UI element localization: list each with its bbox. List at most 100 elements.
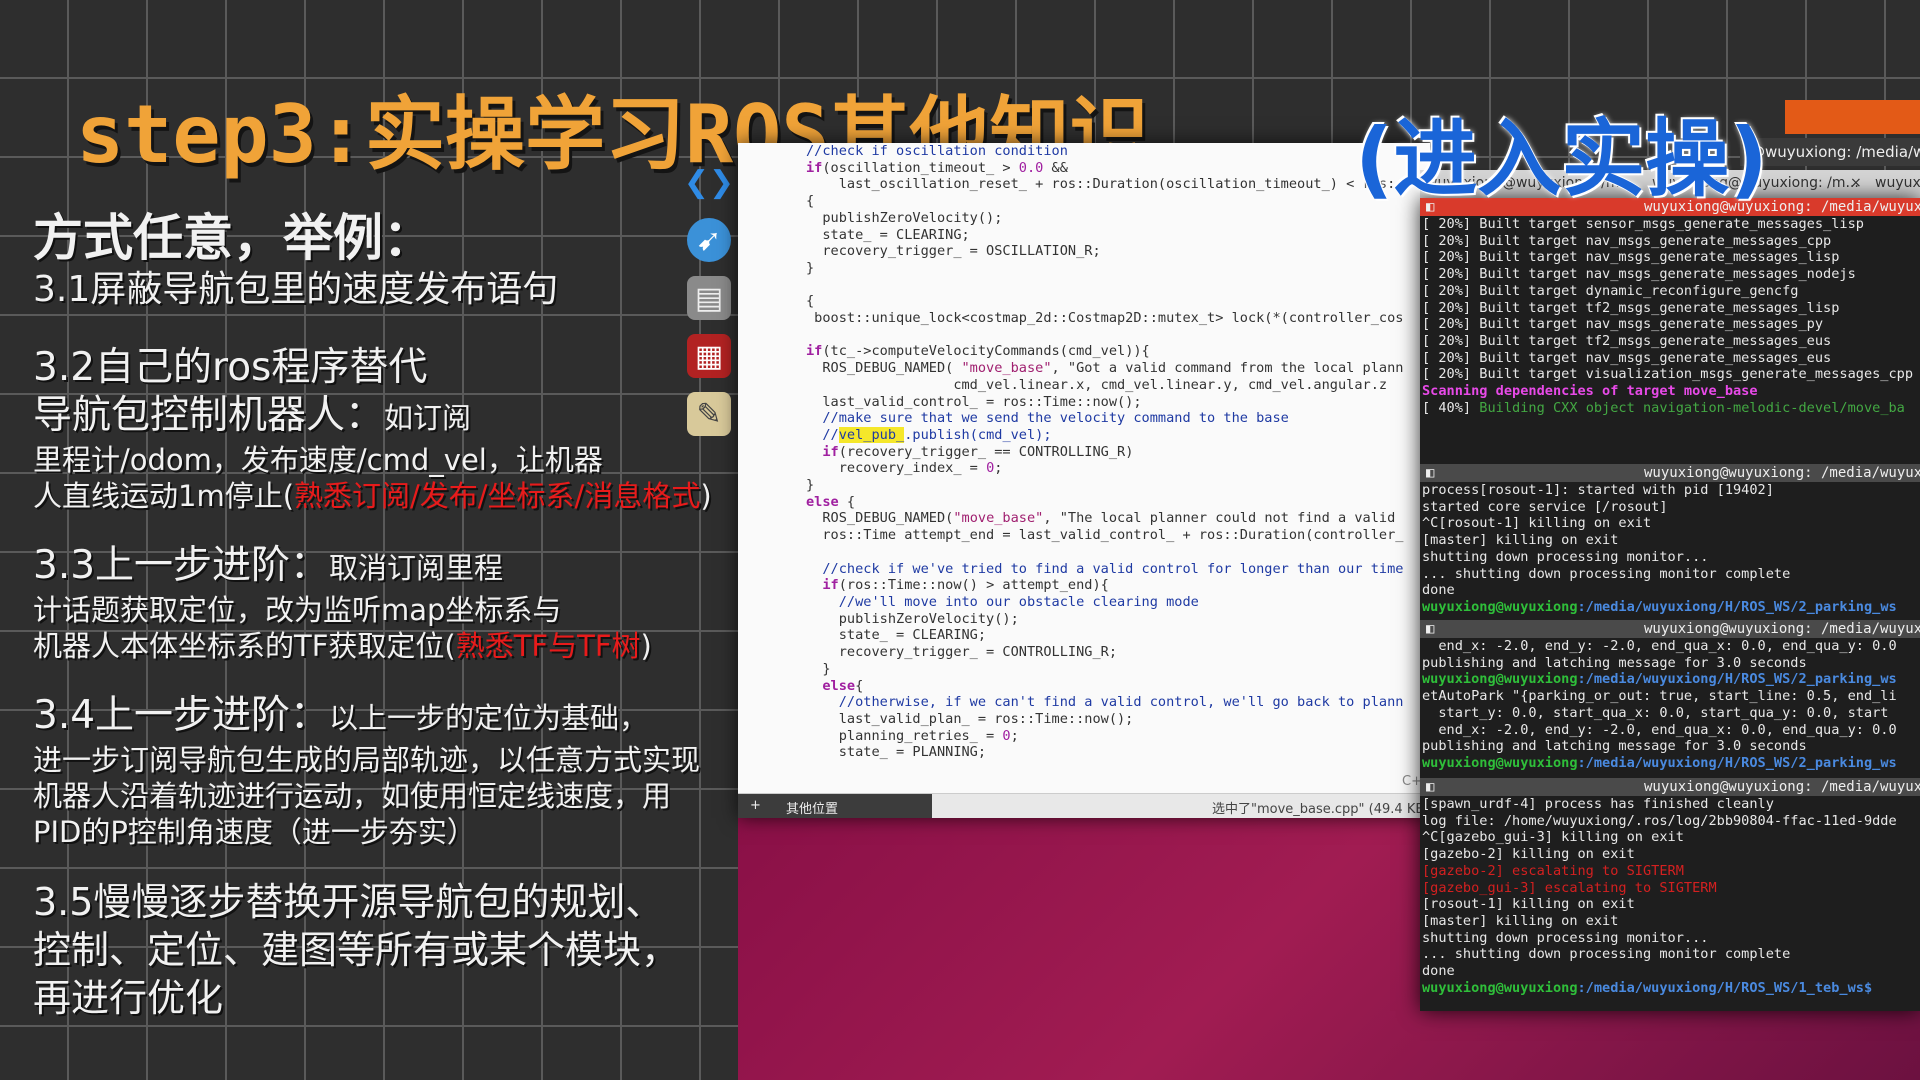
terminal-line: [ 20%] Built target sensor_msgs_generate… — [1422, 216, 1864, 232]
section-3-5: 3.5慢慢逐步替换开源导航包的规划、 控制、定位、建图等所有或某个模块， 再进行… — [33, 878, 733, 1022]
pane-4-errors: [gazebo-2] escalating to SIGTERM [gazebo_… — [1420, 863, 1920, 896]
code-line[interactable]: } — [806, 661, 1430, 678]
terminal-tab-3[interactable]: wuyuxiong — [1875, 175, 1920, 191]
code-line[interactable]: planning_retries_ = 0; — [806, 728, 1430, 745]
code-line[interactable]: recovery_index_ = 0; — [806, 460, 1430, 477]
code-line[interactable]: boost::unique_lock<costmap_2d::Costmap2D… — [806, 310, 1430, 327]
code-line[interactable]: } — [806, 260, 1430, 277]
terminal-line: Scanning dependencies of target move_bas… — [1422, 383, 1758, 400]
split-icon: ◧ — [1426, 621, 1435, 637]
files-icon[interactable]: ▤ — [687, 276, 731, 320]
terminal-line: ^C[gazebo_gui-3] killing on exit — [1422, 829, 1684, 846]
close-icon[interactable]: × — [1850, 175, 1862, 191]
section-3-2-line3: 里程计/odom，发布速度/cmd_vel，让机器 — [33, 443, 603, 477]
section-3-4-line3: 机器人沿着轨迹进行运动，如使用恒定线速度，用 — [33, 779, 672, 813]
code-line[interactable]: ROS_DEBUG_NAMED( "move_base", "Got a val… — [806, 360, 1430, 377]
terminal-line: done — [1422, 582, 1455, 599]
section-3-5-line3: 再进行优化 — [33, 976, 224, 1020]
terminal-window[interactable]: ◧wuyuxiong@wuyuxiong: /media/wuyuxiong [… — [1420, 198, 1920, 1011]
section-3-3-heading-big: 3.3上一步进阶： — [33, 543, 330, 588]
code-line[interactable]: publishZeroVelocity(); — [806, 210, 1430, 227]
terminal-line: ... shutting down processing monitor com… — [1422, 946, 1791, 963]
pane-4-output-b: [rosout-1] killing on exit [master] killi… — [1420, 896, 1920, 980]
terminal-line: [gazebo-2] escalating to SIGTERM — [1422, 862, 1684, 879]
section-3-2-line4-text: 人直线运动1m停止( — [33, 479, 295, 513]
section-3-2-line2-small: 如订阅 — [384, 401, 472, 435]
add-icon[interactable]: + — [750, 798, 761, 813]
pane-3-output: end_x: -2.0, end_y: -2.0, end_qua_x: 0.0… — [1420, 638, 1920, 671]
pane-3-prompt: wuyuxiong@wuyuxiong:/media/wuyuxiong/H/R… — [1422, 671, 1897, 688]
code-line[interactable]: { — [806, 293, 1430, 310]
vscode-icon[interactable]: ❮❯ — [684, 160, 734, 204]
terminal-line: log file: /home/wuyuxiong/.ros/log/2bb90… — [1422, 812, 1897, 829]
code-line[interactable]: //check if we've tried to find a valid c… — [806, 561, 1430, 578]
terminal-line: [ 20%] Built target tf2_msgs_generate_me… — [1422, 299, 1840, 316]
bird-icon[interactable]: ➹ — [687, 218, 731, 262]
section-3-3-line2: 计话题获取定位，改为监听map坐标系与 — [33, 593, 562, 627]
code-line[interactable]: //vel_pub_.publish(cmd_vel); — [806, 426, 1430, 444]
terminal-line: [ 20%] Built target nav_msgs_generate_me… — [1422, 316, 1824, 333]
section-3-5-line1: 3.5慢慢逐步替换开源导航包的规划、 — [33, 880, 664, 924]
section-3-3-line3: 机器人本体坐标系的TF获取定位(熟悉TF与TF树) — [33, 628, 733, 664]
section-3-4: 3.4上一步进阶：以上一步的定位为基础， 进一步订阅导航包生成的局部轨迹，以任意… — [33, 692, 733, 850]
terminal-pane-3[interactable]: ◧wuyuxiong@wuyuxiong: /media/wuyuxiong e… — [1420, 620, 1920, 778]
terminal-line: [ 20%] Built target nav_msgs_generate_me… — [1422, 266, 1856, 283]
code-line[interactable]: } — [806, 477, 1430, 494]
other-locations-label[interactable]: 其他位置 — [786, 798, 838, 817]
red-app-icon[interactable]: ▦ — [687, 334, 731, 378]
code-line[interactable]: //check if oscillation condition — [806, 143, 1430, 160]
terminal-line: [ 20%] Built target nav_msgs_generate_me… — [1422, 249, 1840, 266]
code-line[interactable]: if(tc_->computeVelocityCommands(cmd_vel)… — [806, 343, 1430, 360]
code-line[interactable]: recovery_trigger_ = OSCILLATION_R; — [806, 243, 1430, 260]
terminal-pane-4[interactable]: ◧wuyuxiong@wuyuxiong: /media/wuyuxiong [… — [1420, 778, 1920, 1011]
code-line[interactable]: if(recovery_trigger_ == CONTROLLING_R) — [806, 444, 1430, 461]
terminal-line: etAutoPark "{parking_or_out: true, start… — [1422, 688, 1897, 705]
section-3-2-line2-big: 导航包控制机器人： — [33, 393, 385, 438]
code-line[interactable] — [806, 544, 1430, 561]
pane-4-prompt[interactable]: wuyuxiong@wuyuxiong:/media/wuyuxiong/H/R… — [1420, 980, 1920, 997]
code-line[interactable]: recovery_trigger_ = CONTROLLING_R; — [806, 644, 1430, 661]
terminal-line: [ 20%] Built target tf2_msgs_generate_me… — [1422, 332, 1832, 349]
code-line[interactable]: if(ros::Time::now() > attempt_end){ — [806, 577, 1430, 594]
terminal-pane-2[interactable]: ◧wuyuxiong@wuyuxiong: /media/wuyuxiong p… — [1420, 464, 1920, 620]
code-editor-window[interactable]: //check if oscillation condition if(oscil… — [738, 143, 1430, 818]
code-line[interactable] — [806, 327, 1430, 344]
intro-text: 方式任意，举例： — [33, 209, 433, 267]
code-line[interactable]: last_oscillation_reset_ + ros::Duration(… — [806, 176, 1430, 193]
pane-3-titlebar: ◧wuyuxiong@wuyuxiong: /media/wuyuxiong — [1420, 620, 1920, 638]
code-line[interactable]: { — [806, 193, 1430, 210]
terminal-line: [spawn_urdf-4] process has finished clea… — [1422, 796, 1774, 812]
code-line[interactable]: else{ — [806, 678, 1430, 695]
section-3-3-line3-end: ) — [640, 629, 652, 663]
section-3-2-highlight: 熟悉订阅/发布/坐标系/消息格式 — [294, 479, 701, 513]
terminal-line: [ 20%] Built target dynamic_reconfigure_… — [1422, 282, 1799, 299]
pane-3-prompt-b[interactable]: wuyuxiong@wuyuxiong:/media/wuyuxiong/H/R… — [1420, 755, 1920, 772]
section-3-1: 3.1屏蔽导航包里的速度发布语句 — [33, 266, 733, 314]
code-line[interactable] — [806, 277, 1430, 294]
code-content[interactable]: //check if oscillation condition if(oscil… — [806, 143, 1430, 761]
code-line[interactable]: ros::Time attempt_end = last_valid_contr… — [806, 527, 1430, 544]
code-line[interactable]: cmd_vel.linear.x, cmd_vel.linear.y, cmd_… — [806, 377, 1430, 394]
text-editor-icon[interactable]: ✎ — [687, 392, 731, 436]
code-line[interactable]: last_valid_control_ = ros::Time::now(); — [806, 394, 1430, 411]
terminal-line: [ 20%] Built target nav_msgs_generate_me… — [1422, 349, 1832, 366]
section-3-5-line2: 控制、定位、建图等所有或某个模块， — [33, 928, 680, 972]
code-line[interactable]: state_ = CLEARING; — [806, 627, 1430, 644]
terminal-line: [ 40%] Building CXX object navigation-me… — [1422, 399, 1905, 416]
code-line[interactable]: if(oscillation_timeout_ > 0.0 && — [806, 160, 1430, 177]
code-line[interactable]: state_ = PLANNING; — [806, 744, 1430, 761]
code-line[interactable]: //we'll move into our obstacle clearing … — [806, 594, 1430, 611]
code-line[interactable]: last_valid_plan_ = ros::Time::now(); — [806, 711, 1430, 728]
code-line[interactable]: //otherwise, if we can't find a valid co… — [806, 694, 1430, 711]
terminal-pane-1[interactable]: ◧wuyuxiong@wuyuxiong: /media/wuyuxiong [… — [1420, 198, 1920, 460]
code-line[interactable]: else { — [806, 494, 1430, 511]
code-line[interactable]: state_ = CLEARING; — [806, 227, 1430, 244]
code-line[interactable]: //make sure that we send the velocity co… — [806, 410, 1430, 427]
pane-2-titlebar: ◧wuyuxiong@wuyuxiong: /media/wuyuxiong — [1420, 464, 1920, 482]
other-locations-bar[interactable]: + 其他位置 — [738, 794, 932, 818]
terminal-line: shutting down processing monitor... — [1422, 548, 1709, 565]
pane-2-prompt[interactable]: wuyuxiong@wuyuxiong:/media/wuyuxiong/H/R… — [1420, 599, 1920, 616]
code-line[interactable]: publishZeroVelocity(); — [806, 611, 1430, 628]
section-3-4-heading-big: 3.4上一步进阶： — [33, 693, 330, 738]
code-line[interactable]: ROS_DEBUG_NAMED("move_base", "The local … — [806, 510, 1430, 527]
